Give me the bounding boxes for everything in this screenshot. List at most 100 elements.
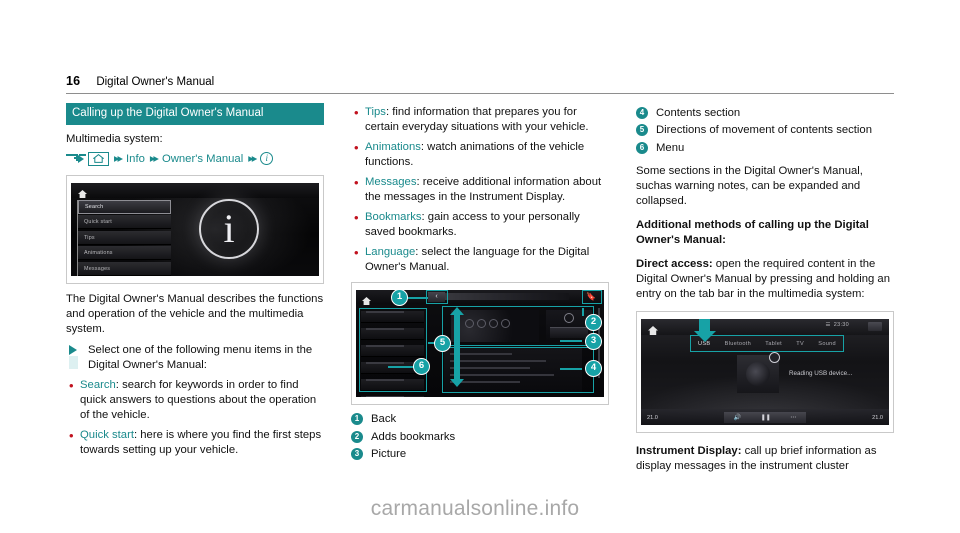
callout-line-4 — [560, 368, 582, 370]
bullet-text: : find information that prepares you for… — [365, 106, 589, 134]
legend-label: Picture — [371, 447, 407, 460]
multimedia-screen-3: ☰ 23:30 USB Bluetooth Tablet TV Sound Re… — [641, 319, 889, 426]
badge-1: 1 — [351, 413, 363, 426]
pause-icon[interactable]: ❚❚ — [761, 414, 771, 421]
list-item: Messages: receive additional information… — [351, 174, 609, 205]
status-message: Reading USB device... — [789, 370, 853, 378]
screen-home-icon — [648, 322, 658, 340]
direction-arrow-icon — [450, 307, 464, 388]
list-item: Tips: find information that prepares you… — [351, 104, 609, 135]
status-time: 23:30 — [833, 322, 849, 329]
menu-item-search[interactable]: Search — [78, 199, 171, 214]
instrument-display-paragraph: Instrument Display: call up brief inform… — [636, 444, 894, 474]
multimedia-system-label: Multimedia system: — [66, 133, 163, 146]
legend-row: 6 Menu — [636, 140, 894, 156]
volume-icon[interactable]: 🔊 — [734, 414, 741, 421]
path-separator-1: ▸▸ — [114, 153, 123, 166]
watermark: carmanualsonline.info — [370, 497, 580, 520]
temperature-left: 21.0 — [647, 415, 658, 422]
badge-4: 4 — [636, 107, 648, 119]
menu-item-tips[interactable]: Tips — [78, 230, 171, 245]
middle-column: Tips: find information that prepares you… — [351, 103, 609, 493]
bullet-text: : search for keywords in order to find q… — [80, 378, 317, 421]
info-circle-icon: i — [260, 152, 274, 166]
more-icon[interactable]: ⋯ — [790, 414, 796, 421]
page-number: 16 — [66, 74, 81, 88]
intro-paragraph: The Digital Owner's Manual describes the… — [66, 292, 324, 335]
legend-label: Directions of movement of contents secti… — [656, 124, 872, 137]
bullet-keyword: Search — [80, 378, 116, 391]
list-item: Quick start: here is where you find the … — [66, 427, 324, 458]
callout-line-6 — [388, 366, 414, 368]
legend-label: Adds bookmarks — [371, 430, 456, 443]
callout-box-2 — [582, 290, 602, 305]
section-title-bar: Calling up the Digital Owner's Manual — [66, 103, 324, 126]
path-start-arrow-icon — [66, 153, 84, 164]
middle-callout-legend: 1 Back 2 Adds bookmarks 3 Picture — [351, 411, 609, 462]
path-separator-2: ▸▸ — [149, 153, 159, 166]
left-column: Calling up the Digital Owner's Manual Mu… — [66, 103, 324, 493]
multimedia-screen-1: Search Quick start Tips Animations Messa… — [71, 182, 319, 276]
temperature-right: 21.0 — [872, 415, 883, 422]
status-area: ☰ 23:30 — [826, 322, 850, 328]
bullet-keyword: Animations — [365, 141, 421, 154]
menu-item-animations[interactable]: Animations — [78, 246, 171, 261]
down-arrow-icon — [693, 319, 716, 343]
path-item-info[interactable]: Info — [126, 153, 145, 165]
callout-box-4 — [442, 347, 594, 394]
badge-6: 6 — [636, 141, 648, 154]
path-item-owners-manual[interactable]: Owner's Manual — [162, 153, 243, 165]
figure-manual-reader: ‹ 🔖 1 2 3 4 5 6 — [351, 282, 609, 406]
callout-box-6 — [359, 308, 427, 393]
legend-label: Contents section — [656, 107, 741, 119]
bullet-keyword: Language — [365, 246, 416, 259]
path-separator-3: ▸▸ — [248, 153, 257, 166]
right-column: 4 Contents section 5 Directions of movem… — [636, 103, 894, 493]
content-columns: Calling up the Digital Owner's Manual Mu… — [66, 103, 894, 493]
bullet-keyword: Quick start — [80, 429, 134, 442]
expand-collapse-paragraph: Some sections in the Digital Owner's Man… — [636, 165, 863, 208]
menu-item-quick-start[interactable]: Quick start — [78, 215, 171, 230]
tab-bluetooth[interactable]: Bluetooth — [725, 341, 751, 347]
right-callout-legend: 4 Contents section 5 Directions of movem… — [636, 105, 894, 156]
bullet-keyword: Bookmarks — [365, 211, 422, 224]
legend-row: 4 Contents section — [636, 105, 894, 121]
bullet-keyword: Tips — [365, 106, 386, 118]
info-glyph-large: i — [199, 198, 259, 259]
legend-label: Menu — [656, 141, 685, 154]
signal-icon: ☰ — [825, 322, 831, 329]
callout-box-1 — [426, 290, 448, 305]
legend-label: Back — [371, 413, 397, 426]
legend-row: 2 Adds bookmarks — [351, 429, 609, 445]
legend-row: 5 Directions of movement of contents sec… — [636, 122, 894, 138]
running-head: 16 Digital Owner's Manual — [66, 74, 894, 94]
playback-controls[interactable]: 🔊 ❚❚ ⋯ — [724, 412, 806, 424]
callout-line-2 — [582, 308, 584, 317]
list-item: Bookmarks: gain access to your personall… — [351, 209, 609, 240]
home-icon — [88, 151, 109, 166]
tab-tv[interactable]: TV — [796, 341, 804, 347]
chapter-title: Digital Owner's Manual — [96, 76, 215, 88]
navigation-path: ▸▸ Info ▸▸ Owner's Manual ▸▸ i — [66, 151, 324, 166]
multimedia-screen-2: ‹ 🔖 1 2 3 4 5 6 — [356, 290, 604, 398]
figure-info-home-screen: Search Quick start Tips Animations Messa… — [66, 174, 324, 284]
tab-tablet[interactable]: Tablet — [765, 341, 782, 347]
badge-3: 3 — [351, 447, 363, 460]
additional-methods-heading: Additional methods of calling up the Dig… — [636, 219, 869, 247]
screen-menu-list: Search Quick start Tips Animations Messa… — [77, 199, 171, 276]
list-item: Language: select the language for the Di… — [351, 244, 609, 275]
instrument-display-label: Instrument Display: — [636, 445, 742, 458]
badge-2: 2 — [351, 430, 363, 443]
menu-item-messages[interactable]: Messages — [78, 261, 171, 276]
action-step-select-menu: Select one of the following menu items i… — [66, 343, 324, 373]
badge-5: 5 — [636, 124, 648, 137]
callout-line-3 — [560, 340, 582, 342]
tab-sound[interactable]: Sound — [818, 341, 836, 347]
messages-button[interactable] — [868, 322, 882, 332]
legend-row: 1 Back — [351, 411, 609, 427]
manual-page: 16 Digital Owner's Manual Calling up the… — [0, 0, 960, 533]
middle-bullet-list: Tips: find information that prepares you… — [351, 104, 609, 275]
direct-access-label: Direct access: — [636, 258, 713, 271]
legend-row: 3 Picture — [351, 446, 609, 462]
left-bullet-list: Search: search for keywords in order to … — [66, 377, 324, 458]
